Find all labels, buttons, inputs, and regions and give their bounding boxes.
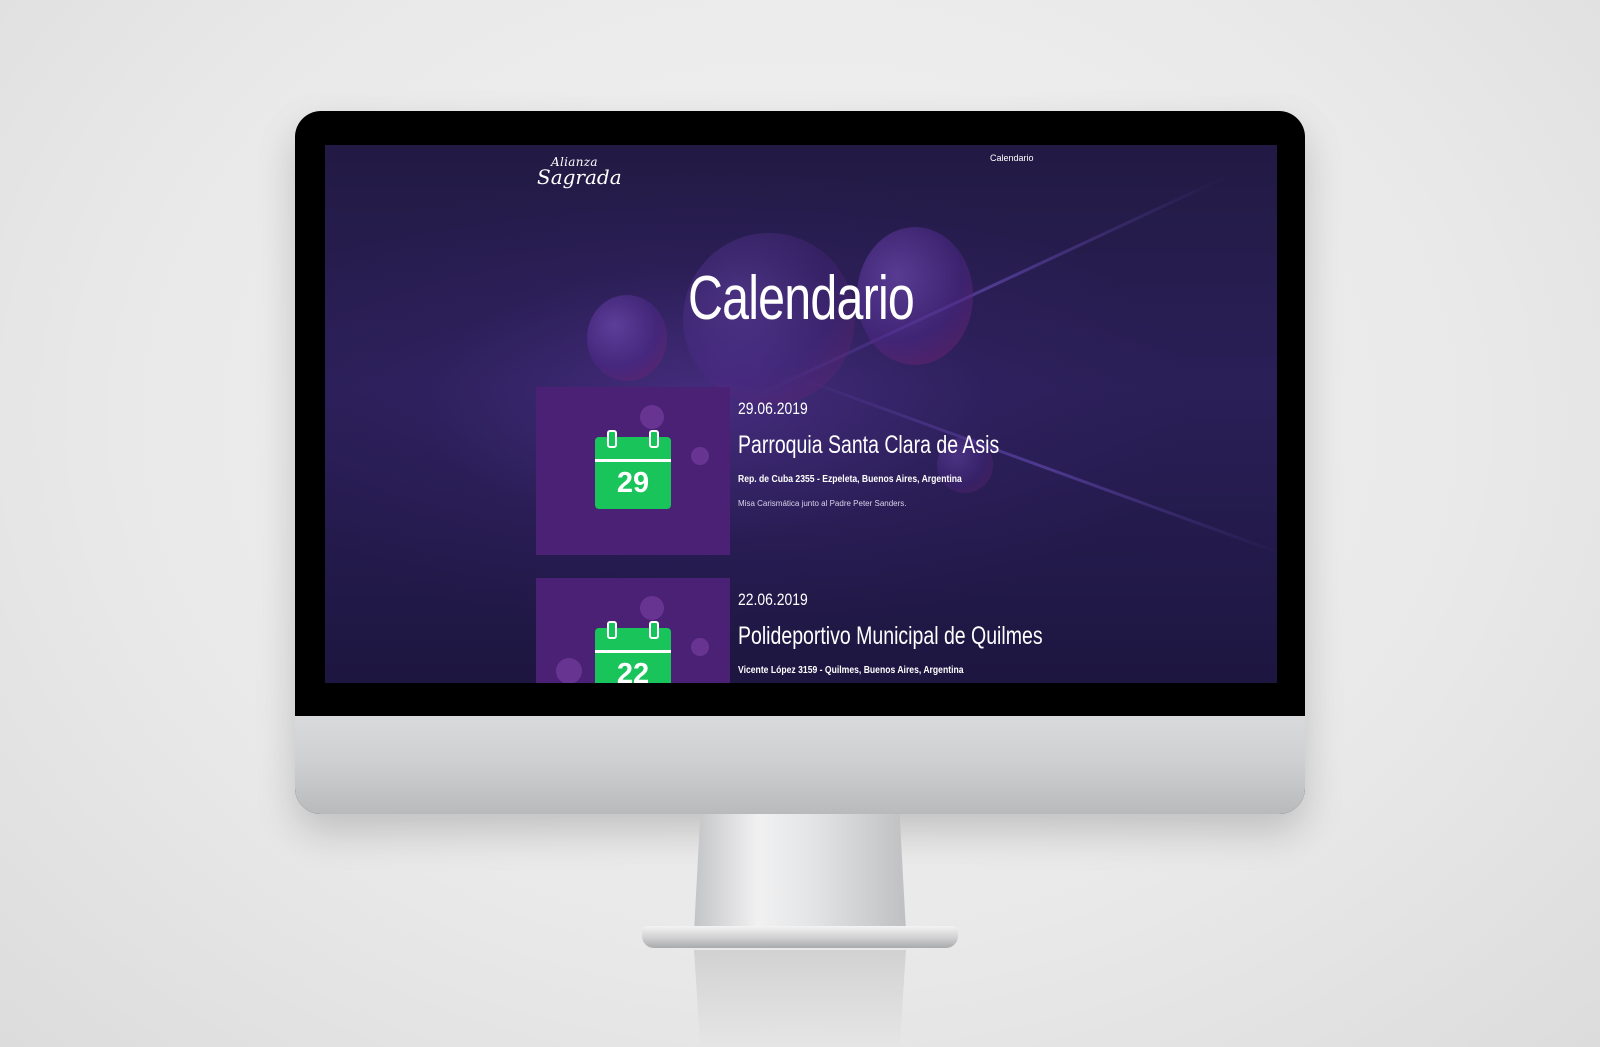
nav-link-calendario[interactable]: Calendario bbox=[990, 153, 1034, 163]
mockup-stage: Alianza Sagrada Calendario Calendario 29 bbox=[0, 0, 1600, 1047]
event-address: Rep. de Cuba 2355 - Ezpeleta, Buenos Air… bbox=[738, 473, 962, 485]
calendar-icon: 22 bbox=[595, 621, 671, 683]
event-card[interactable]: 29 29.06.2019 Parroquia Santa Clara de A… bbox=[536, 387, 1256, 555]
event-venue[interactable]: Parroquia Santa Clara de Asis bbox=[738, 431, 999, 460]
calendar-day-number: 29 bbox=[616, 467, 650, 499]
event-description: Misa Carismática junto al Padre Peter Sa… bbox=[738, 499, 907, 508]
monitor-stand-neck bbox=[694, 814, 906, 932]
event-address: Vicente López 3159 - Quilmes, Buenos Air… bbox=[738, 664, 964, 676]
monitor: Alianza Sagrada Calendario Calendario 29 bbox=[295, 111, 1305, 814]
decorative-dot bbox=[640, 596, 664, 620]
logo-text-bottom: Sagrada bbox=[537, 165, 622, 189]
event-thumbnail: 22 bbox=[536, 578, 730, 683]
event-card[interactable]: 22 22.06.2019 Polideportivo Municipal de… bbox=[536, 578, 1256, 683]
decorative-dot bbox=[691, 638, 709, 656]
calendar-day-number: 22 bbox=[616, 658, 650, 683]
event-venue[interactable]: Polideportivo Municipal de Quilmes bbox=[738, 622, 1043, 651]
calendar-icon: 29 bbox=[595, 430, 671, 509]
decorative-dot bbox=[556, 658, 582, 683]
event-date: 29.06.2019 bbox=[738, 399, 808, 418]
stand-reflection bbox=[694, 950, 906, 1047]
page-title: Calendario bbox=[687, 264, 915, 333]
decorative-dot bbox=[691, 447, 709, 465]
logo[interactable]: Alianza Sagrada bbox=[535, 153, 622, 193]
event-date: 22.06.2019 bbox=[738, 590, 808, 609]
website-screen: Alianza Sagrada Calendario Calendario 29 bbox=[325, 145, 1277, 683]
decorative-dot bbox=[640, 405, 664, 429]
monitor-chin bbox=[295, 716, 1305, 814]
event-thumbnail: 29 bbox=[536, 387, 730, 555]
monitor-stand-base bbox=[642, 926, 958, 948]
